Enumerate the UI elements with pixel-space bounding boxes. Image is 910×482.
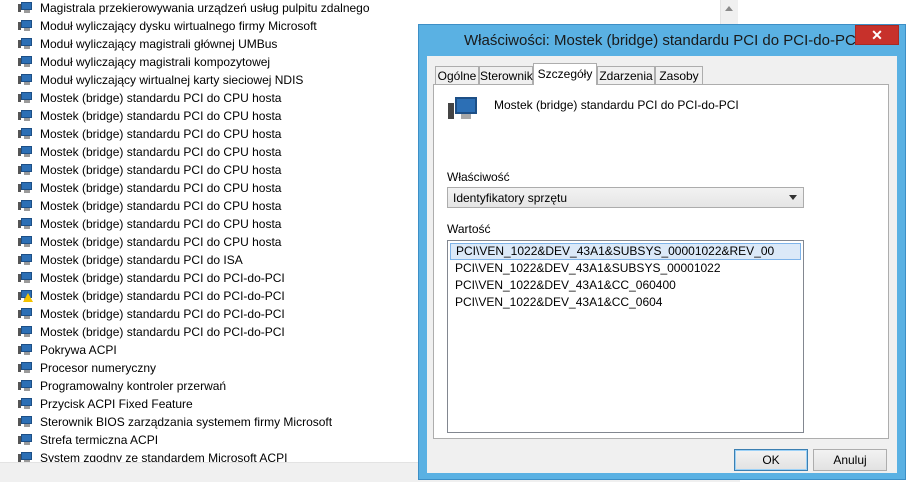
pci-bridge-device-icon — [448, 97, 478, 123]
tab-general[interactable]: Ogólne — [435, 66, 479, 84]
device-list-item-label: Mostek (bridge) standardu PCI do PCI-do-… — [40, 271, 285, 285]
device-list-item-label: Przycisk ACPI Fixed Feature — [40, 397, 193, 411]
device-icon — [18, 344, 34, 356]
device-icon — [18, 272, 34, 284]
value-item[interactable]: PCI\VEN_1022&DEV_43A1&SUBSYS_00001022 — [450, 260, 801, 277]
device-list-item-label: Mostek (bridge) standardu PCI do PCI-do-… — [40, 325, 285, 339]
device-icon — [18, 2, 34, 14]
device-icon — [18, 434, 34, 446]
device-icon — [18, 56, 34, 68]
device-warning-icon — [18, 290, 34, 302]
scroll-up-icon[interactable] — [725, 6, 733, 11]
tab-events[interactable]: Zdarzenia — [597, 66, 655, 84]
device-list-item-label: Mostek (bridge) standardu PCI do CPU hos… — [40, 127, 282, 141]
device-icon — [18, 308, 34, 320]
device-icon — [18, 110, 34, 122]
device-icon — [18, 164, 34, 176]
device-list-item-label: Procesor numeryczny — [40, 361, 157, 375]
device-list-item-label: Mostek (bridge) standardu PCI do CPU hos… — [40, 109, 282, 123]
device-list-item-label: Mostek (bridge) standardu PCI do ISA — [40, 253, 243, 267]
device-list-item-label: Programowalny kontroler przerwań — [40, 379, 227, 393]
device-icon — [18, 200, 34, 212]
device-list-item-label: Mostek (bridge) standardu PCI do PCI-do-… — [40, 307, 285, 321]
device-icon — [18, 182, 34, 194]
device-list-item-label: Strefa termiczna ACPI — [40, 433, 159, 447]
device-icon — [18, 398, 34, 410]
device-list-item-label: Moduł wyliczający magistrali kompozytowe… — [40, 55, 271, 69]
dialog-title: Właściwości: Mostek (bridge) standardu P… — [464, 32, 860, 49]
property-dropdown-value: Identyfikatory sprzętu — [453, 191, 568, 205]
device-list-item-label: Moduł wyliczający magistrali głównej UMB… — [40, 37, 278, 51]
close-button[interactable]: ✕ — [855, 25, 899, 45]
cancel-button[interactable]: Anuluj — [813, 449, 887, 471]
device-list-item-label: Moduł wyliczający dysku wirtualnego firm… — [40, 19, 317, 33]
device-icon — [18, 38, 34, 50]
device-icon — [18, 416, 34, 428]
device-list-item-label: Mostek (bridge) standardu PCI do CPU hos… — [40, 91, 282, 105]
device-list-item-label: Sterownik BIOS zarządzania systemem firm… — [40, 415, 333, 429]
property-label: Właściwość — [447, 170, 510, 184]
device-icon — [18, 254, 34, 266]
device-icon — [18, 380, 34, 392]
device-list-item-label: Mostek (bridge) standardu PCI do CPU hos… — [40, 145, 282, 159]
device-icon — [18, 128, 34, 140]
property-dropdown[interactable]: Identyfikatory sprzętu — [447, 187, 804, 208]
close-icon: ✕ — [871, 27, 883, 43]
properties-dialog: Właściwości: Mostek (bridge) standardu P… — [418, 24, 906, 480]
tab-resources[interactable]: Zasoby — [655, 66, 703, 84]
device-name: Mostek (bridge) standardu PCI do PCI-do-… — [494, 98, 739, 112]
device-icon — [18, 74, 34, 86]
device-list-item-label: Mostek (bridge) standardu PCI do CPU hos… — [40, 181, 282, 195]
tab-details[interactable]: Szczegóły — [533, 63, 597, 85]
device-list-item-label: Mostek (bridge) standardu PCI do CPU hos… — [40, 199, 282, 213]
device-icon — [18, 146, 34, 158]
ok-button[interactable]: OK — [734, 449, 808, 471]
device-list-item-label: Magistrala przekierowywania urządzeń usł… — [40, 1, 370, 15]
device-list-item-label: Mostek (bridge) standardu PCI do CPU hos… — [40, 217, 282, 231]
value-item[interactable]: PCI\VEN_1022&DEV_43A1&CC_060400 — [450, 277, 801, 294]
device-list-item-label: Moduł wyliczający wirtualnej karty sieci… — [40, 73, 304, 87]
chevron-down-icon — [789, 195, 797, 200]
value-list[interactable]: PCI\VEN_1022&DEV_43A1&SUBSYS_00001022&RE… — [447, 240, 804, 433]
device-icon — [18, 236, 34, 248]
device-list-item-label: Pokrywa ACPI — [40, 343, 117, 357]
device-icon — [18, 362, 34, 374]
dialog-client-area: Ogólne Sterownik Szczegóły Zdarzenia Zas… — [427, 56, 897, 473]
device-icon — [18, 20, 34, 32]
details-panel: Mostek (bridge) standardu PCI do PCI-do-… — [433, 84, 889, 439]
device-list-item-label: Mostek (bridge) standardu PCI do CPU hos… — [40, 235, 282, 249]
value-item[interactable]: PCI\VEN_1022&DEV_43A1&SUBSYS_00001022&RE… — [450, 243, 801, 260]
tab-driver[interactable]: Sterownik — [479, 66, 533, 84]
value-item[interactable]: PCI\VEN_1022&DEV_43A1&CC_0604 — [450, 294, 801, 311]
value-label: Wartość — [447, 222, 491, 236]
device-icon — [18, 326, 34, 338]
device-list-item-label: Mostek (bridge) standardu PCI do PCI-do-… — [40, 289, 285, 303]
device-icon — [18, 218, 34, 230]
device-list-item-label: Mostek (bridge) standardu PCI do CPU hos… — [40, 163, 282, 177]
device-icon — [18, 92, 34, 104]
